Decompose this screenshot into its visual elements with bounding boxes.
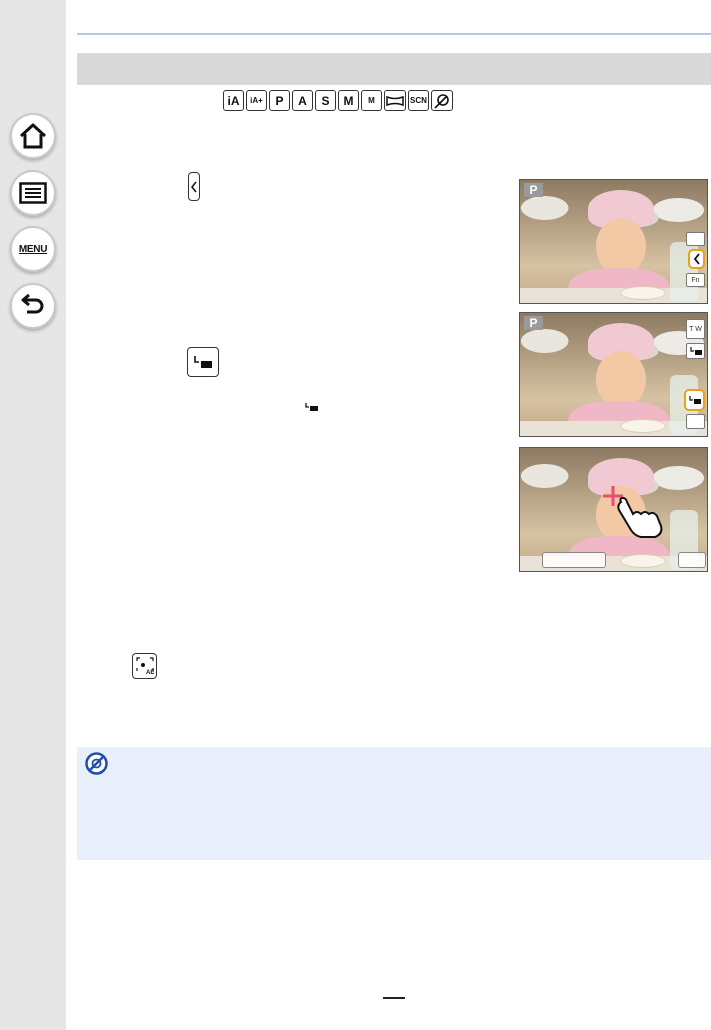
plate xyxy=(620,419,666,433)
touch-finger-icon xyxy=(617,496,663,538)
menu-button[interactable]: MENU xyxy=(10,226,56,272)
touch-tab-strip: T W xyxy=(684,313,705,436)
camera-screen-2: P T W xyxy=(519,312,708,437)
prohibited-icon xyxy=(85,752,108,775)
touch-ae-icon: AE xyxy=(132,653,157,679)
mode-intelligent-auto-plus: iA+ xyxy=(246,90,267,111)
back-button[interactable] xyxy=(10,283,56,329)
plate xyxy=(620,554,666,568)
sidebar: MENU xyxy=(0,0,66,1030)
mode-shutter: S xyxy=(315,90,336,111)
note-box xyxy=(77,747,711,860)
side-tab-strip: Fn xyxy=(685,180,705,303)
tab-open-icon-highlighted[interactable] xyxy=(688,249,705,269)
touch-shutter-inline-icon xyxy=(305,403,318,411)
camera-screen-3 xyxy=(519,447,708,572)
header-rule xyxy=(77,33,711,35)
touch-ok-button[interactable] xyxy=(678,552,706,568)
mode-program: P xyxy=(269,90,290,111)
fn-tab[interactable]: Fn xyxy=(686,273,705,287)
mode-creative-video: M xyxy=(361,90,382,111)
camera-screen-1: P Fn xyxy=(519,179,708,304)
section-header-bar xyxy=(77,53,711,85)
creative-control-icon xyxy=(434,93,449,109)
panorama-icon xyxy=(386,95,404,106)
mode-intelligent-auto: iA xyxy=(223,90,244,111)
tab-open-icon xyxy=(188,172,200,201)
plate xyxy=(620,286,666,300)
menu-icon: MENU xyxy=(18,243,48,255)
touch-af-icon[interactable] xyxy=(686,232,705,246)
back-arrow-icon xyxy=(21,294,44,314)
page-number-rule xyxy=(383,997,405,999)
mode-badge: P xyxy=(524,316,543,330)
touch-shutter-icon xyxy=(187,347,219,377)
svg-text:AE: AE xyxy=(146,670,154,676)
touch-af-ae-tab[interactable] xyxy=(686,343,705,359)
mode-aperture: A xyxy=(292,90,313,111)
mode-creative-control xyxy=(431,90,453,111)
mode-panorama xyxy=(384,90,406,111)
girl-face xyxy=(596,351,646,407)
touch-zoom-tab[interactable]: T W xyxy=(686,319,705,339)
applicable-modes: iA iA+ P A S M M SCN xyxy=(223,90,453,111)
touch-setting-bar[interactable] xyxy=(542,552,606,568)
home-icon xyxy=(19,123,47,149)
list-icon xyxy=(19,182,47,204)
home-button[interactable] xyxy=(10,113,56,159)
girl-face xyxy=(596,218,646,274)
mode-scene: SCN xyxy=(408,90,429,111)
mode-manual: M xyxy=(338,90,359,111)
contents-button[interactable] xyxy=(10,170,56,216)
touch-shutter-tab-highlighted[interactable] xyxy=(684,389,705,411)
mode-badge: P xyxy=(524,183,543,197)
display-tab[interactable] xyxy=(686,414,705,429)
